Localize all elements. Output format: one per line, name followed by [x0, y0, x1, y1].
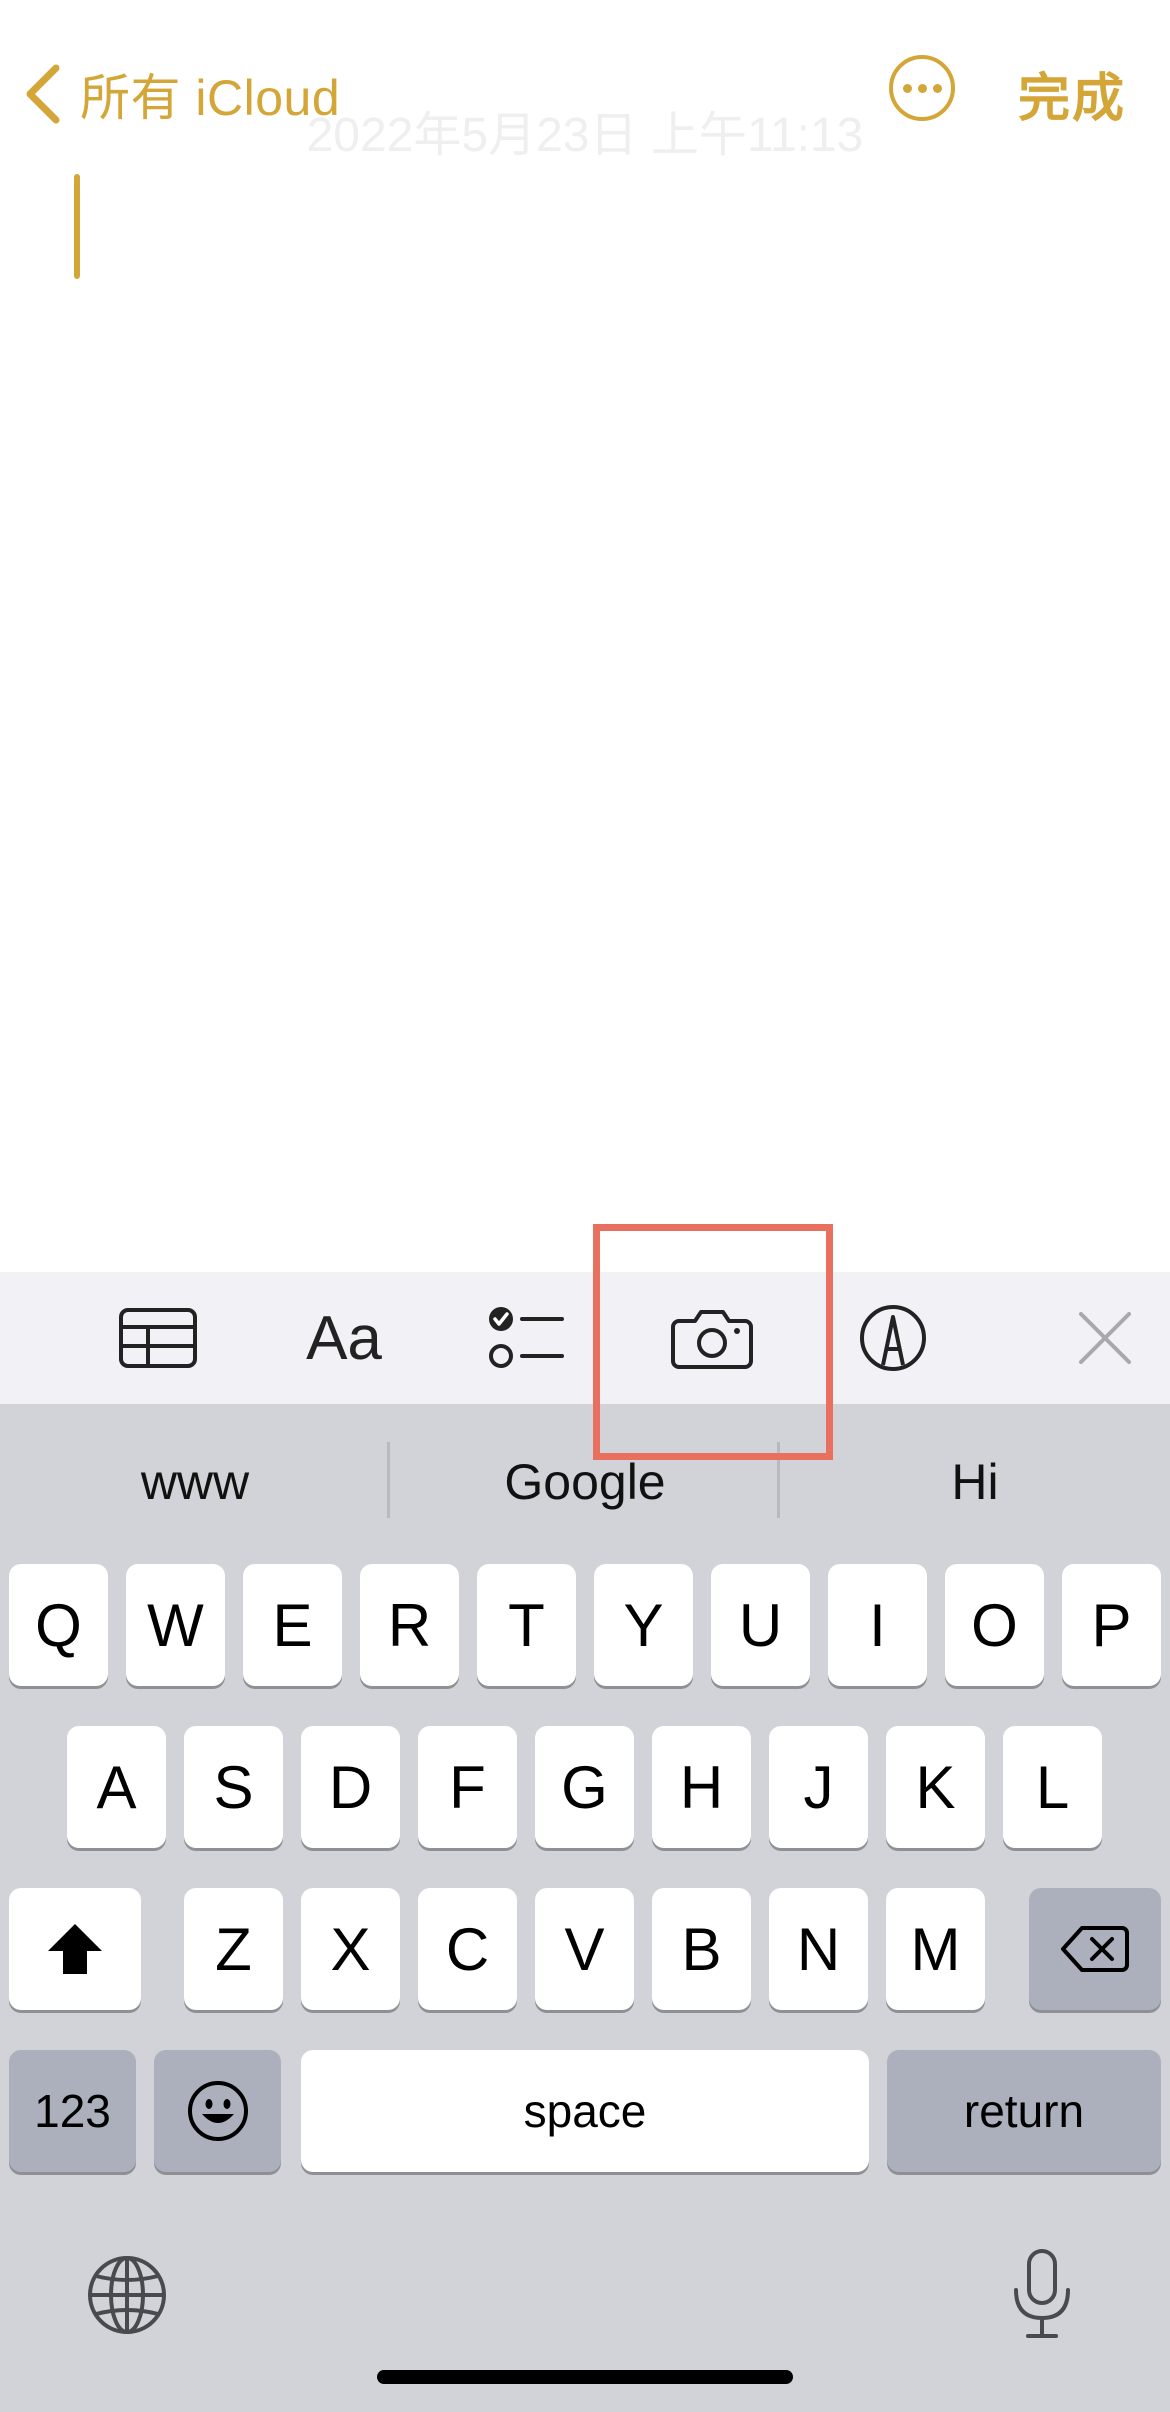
camera-icon [671, 1310, 753, 1369]
shift-key[interactable] [9, 1888, 141, 2010]
delete-backspace-icon [1061, 1926, 1129, 1972]
key-a[interactable]: A [67, 1726, 166, 1848]
key-t[interactable]: T [477, 1564, 576, 1686]
key-q[interactable]: Q [9, 1564, 108, 1686]
key-y[interactable]: Y [594, 1564, 693, 1686]
key-p[interactable]: P [1062, 1564, 1161, 1686]
key-h[interactable]: H [652, 1726, 751, 1848]
return-key[interactable]: return [887, 2050, 1161, 2172]
microphone-icon [1014, 2249, 1070, 2338]
key-e[interactable]: E [243, 1564, 342, 1686]
dictation-button[interactable] [997, 2244, 1087, 2344]
table-icon [119, 1308, 197, 1368]
format-toolbar: Aa [0, 1272, 1170, 1404]
key-m[interactable]: M [886, 1888, 985, 2010]
key-u[interactable]: U [711, 1564, 810, 1686]
key-b[interactable]: B [652, 1888, 751, 2010]
key-w[interactable]: W [126, 1564, 225, 1686]
markup-button[interactable] [833, 1292, 953, 1384]
key-j[interactable]: J [769, 1726, 868, 1848]
text-format-icon: Aa [306, 1303, 382, 1373]
ellipsis-dot [932, 83, 942, 93]
space-key[interactable]: space [301, 2050, 869, 2172]
checklist-icon [489, 1307, 564, 1368]
shift-icon [48, 1924, 102, 1974]
key-i[interactable]: I [828, 1564, 927, 1686]
key-g[interactable]: G [535, 1726, 634, 1848]
note-timestamp: 2022年5月23日 上午11:13 [306, 109, 864, 162]
emoji-key[interactable] [154, 2050, 281, 2172]
close-toolbar-button[interactable] [1045, 1292, 1165, 1384]
note-editor[interactable] [0, 180, 1170, 1272]
globe-icon [88, 2256, 166, 2334]
home-indicator [377, 2370, 793, 2384]
table-button[interactable] [98, 1292, 218, 1384]
suggestion-bar: www Google Hi [0, 1404, 1170, 1559]
key-r[interactable]: R [360, 1564, 459, 1686]
camera-button[interactable] [652, 1292, 772, 1384]
key-c[interactable]: C [418, 1888, 517, 2010]
return-key-label: return [963, 2085, 1085, 2137]
delete-key[interactable] [1029, 1888, 1161, 2010]
key-s[interactable]: S [184, 1726, 283, 1848]
key-z[interactable]: Z [184, 1888, 283, 2010]
ellipsis-dot [917, 83, 927, 93]
key-f[interactable]: F [418, 1726, 517, 1848]
navigation-bar: 所有 iCloud 2022年5月23日 上午11:13 完成 [0, 0, 1170, 180]
key-n[interactable]: N [769, 1888, 868, 2010]
markup-icon [860, 1305, 926, 1371]
suggestion-item[interactable]: www [0, 1404, 390, 1559]
suggestion-item[interactable]: Hi [780, 1404, 1170, 1559]
key-v[interactable]: V [535, 1888, 634, 2010]
space-key-label: space [523, 2085, 647, 2137]
globe-button[interactable] [82, 2250, 172, 2340]
done-button[interactable]: 完成 [1018, 56, 1126, 131]
more-options-button[interactable] [889, 55, 955, 121]
close-icon [1079, 1312, 1131, 1364]
suggestion-item[interactable]: Google [390, 1404, 780, 1559]
checklist-button[interactable] [466, 1292, 586, 1384]
key-d[interactable]: D [301, 1726, 400, 1848]
ellipsis-icon [902, 83, 912, 93]
key-k[interactable]: K [886, 1726, 985, 1848]
text-cursor [74, 174, 80, 279]
emoji-icon [187, 2081, 248, 2141]
key-x[interactable]: X [301, 1888, 400, 2010]
numbers-key-label: 123 [34, 2085, 111, 2137]
numbers-key[interactable]: 123 [9, 2050, 136, 2172]
text-format-button[interactable]: Aa [284, 1292, 404, 1384]
key-l[interactable]: L [1003, 1726, 1102, 1848]
key-o[interactable]: O [945, 1564, 1044, 1686]
keyboard: www Google Hi Q W E R T Y U I O P A S D … [0, 1404, 1170, 2412]
